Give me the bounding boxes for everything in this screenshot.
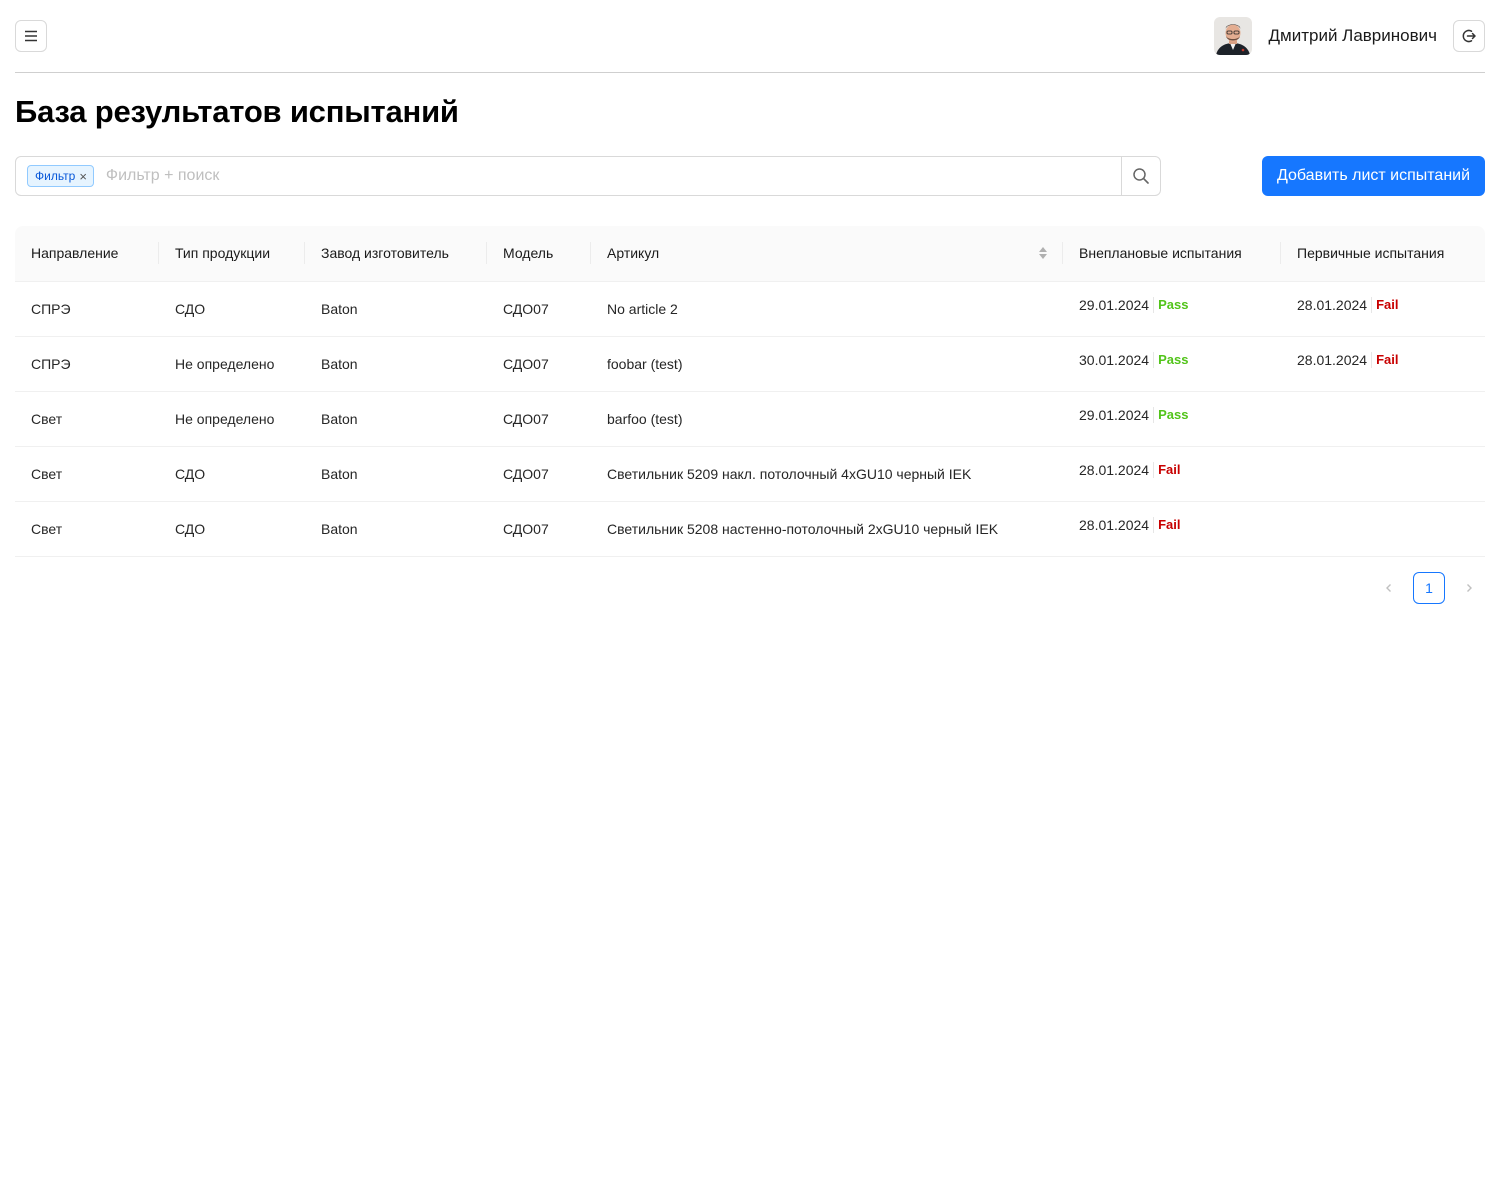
search-icon [1133, 168, 1149, 184]
cell-direction: Свет [15, 501, 159, 557]
search-input[interactable] [105, 157, 1121, 195]
cell-model: СДО07 [487, 391, 591, 447]
logout-button[interactable] [1453, 20, 1485, 52]
prev-page-button[interactable] [1373, 572, 1405, 604]
column-header-model[interactable]: Модель [487, 226, 591, 282]
chevron-left-icon [1386, 584, 1391, 592]
avatar[interactable] [1213, 17, 1252, 55]
status-badge: Fail [1376, 352, 1399, 367]
logout-icon [1462, 29, 1476, 43]
test-date: 28.01.2024 [1297, 351, 1373, 368]
cell-primary-tests [1281, 501, 1485, 557]
cell-unplanned-tests: 28.01.2024 Fail [1063, 501, 1281, 557]
test-results-table: Направление Тип продукции Завод изготови… [15, 226, 1485, 557]
table-row[interactable]: СПРЭ Не определено Baton СДО07 foobar (test)… [15, 336, 1485, 392]
cell-article: No article 2 [591, 281, 1063, 337]
cell-product-type: СДО [159, 446, 305, 502]
next-page-button[interactable] [1453, 572, 1485, 604]
cell-factory: Baton [305, 501, 487, 557]
test-date: 29.01.2024 [1079, 406, 1155, 423]
cell-primary-tests [1281, 446, 1485, 502]
table-row[interactable]: Свет СДО Baton СДО07 Светильник 5209 накл. п… [15, 446, 1485, 502]
test-result: 28.01.2024 Fail [1297, 351, 1399, 368]
cell-product-type: СДО [159, 501, 305, 557]
cell-direction: СПРЭ [15, 281, 159, 337]
filter-tag[interactable]: Фильтр × [27, 165, 94, 187]
cell-model: СДО07 [487, 281, 591, 337]
test-date: 28.01.2024 [1297, 296, 1373, 313]
user-panel: Дмитрий Лавринович [1213, 17, 1485, 55]
cell-model: СДО07 [487, 336, 591, 392]
cell-factory: Baton [305, 281, 487, 337]
cell-product-type: СДО [159, 281, 305, 337]
user-name: Дмитрий Лавринович [1268, 26, 1437, 45]
column-header-factory[interactable]: Завод изготовитель [305, 226, 487, 282]
status-badge: Pass [1158, 297, 1189, 312]
cell-article: foobar (test) [591, 336, 1063, 392]
test-result: 30.01.2024 Pass [1079, 351, 1189, 368]
page-title: База результатов испытаний [15, 94, 459, 129]
cell-model: СДО07 [487, 446, 591, 502]
column-header-article[interactable]: Артикул [591, 226, 1063, 282]
test-result: 28.01.2024 Fail [1297, 296, 1399, 313]
cell-unplanned-tests: 30.01.2024 Pass [1063, 336, 1281, 392]
menu-button[interactable] [15, 20, 47, 52]
cell-factory: Baton [305, 446, 487, 502]
chevron-right-icon [1467, 584, 1472, 592]
status-badge: Fail [1376, 297, 1399, 312]
test-date: 28.01.2024 [1079, 461, 1155, 478]
cell-factory: Baton [305, 336, 487, 392]
cell-unplanned-tests: 29.01.2024 Pass [1063, 391, 1281, 447]
top-bar: Дмитрий Лавринович [15, 0, 1485, 73]
cell-primary-tests [1281, 391, 1485, 447]
column-header-product-type[interactable]: Тип продукции [159, 226, 305, 282]
column-header-primary-tests[interactable]: Первичные испытания [1281, 226, 1485, 282]
test-result: 29.01.2024 Pass [1079, 406, 1189, 423]
filter-search-bar: Фильтр × [15, 156, 1161, 196]
test-result: 28.01.2024 Fail [1079, 516, 1181, 533]
cell-primary-tests: 28.01.2024 Fail [1281, 336, 1485, 392]
status-badge: Pass [1158, 352, 1189, 367]
cell-article: Светильник 5209 накл. потолочный 4xGU10 … [591, 446, 1063, 502]
column-header-direction[interactable]: Направление [15, 226, 159, 282]
add-test-sheet-button[interactable]: Добавить лист испытаний [1262, 156, 1485, 196]
pagination: 1 [1373, 572, 1485, 604]
cell-product-type: Не определено [159, 336, 305, 392]
filter-tag-label: Фильтр [35, 169, 76, 183]
table-row[interactable]: Свет СДО Baton СДО07 Светильник 5208 настенн… [15, 501, 1485, 557]
test-date: 30.01.2024 [1079, 351, 1155, 368]
cell-article: Светильник 5208 настенно-потолочный 2xGU… [591, 501, 1063, 557]
cell-model: СДО07 [487, 501, 591, 557]
test-result: 29.01.2024 Pass [1079, 296, 1189, 313]
status-badge: Fail [1158, 517, 1181, 532]
cell-direction: Свет [15, 391, 159, 447]
status-badge: Fail [1158, 462, 1181, 477]
cell-unplanned-tests: 28.01.2024 Fail [1063, 446, 1281, 502]
search-button[interactable] [1121, 157, 1160, 195]
column-header-unplanned-tests[interactable]: Внеплановые испытания [1063, 226, 1281, 282]
cell-direction: Свет [15, 446, 159, 502]
test-date: 28.01.2024 [1079, 516, 1155, 533]
cell-primary-tests: 28.01.2024 Fail [1281, 281, 1485, 337]
test-result: 28.01.2024 Fail [1079, 461, 1181, 478]
cell-unplanned-tests: 29.01.2024 Pass [1063, 281, 1281, 337]
avatar-image [1213, 17, 1252, 55]
close-icon[interactable]: × [79, 170, 87, 183]
test-date: 29.01.2024 [1079, 296, 1155, 313]
hamburger-menu-icon [25, 30, 37, 42]
table-header-row: Направление Тип продукции Завод изготови… [15, 226, 1485, 282]
cell-article: barfoo (test) [591, 391, 1063, 447]
cell-direction: СПРЭ [15, 336, 159, 392]
status-badge: Pass [1158, 407, 1189, 422]
cell-product-type: Не определено [159, 391, 305, 447]
table-row[interactable]: Свет Не определено Baton СДО07 barfoo (test)… [15, 391, 1485, 447]
table-row[interactable]: СПРЭ СДО Baton СДО07 No article 2 29.01.2024 P… [15, 281, 1485, 337]
sort-icon[interactable] [1039, 247, 1047, 260]
page-number[interactable]: 1 [1413, 572, 1445, 604]
cell-factory: Baton [305, 391, 487, 447]
